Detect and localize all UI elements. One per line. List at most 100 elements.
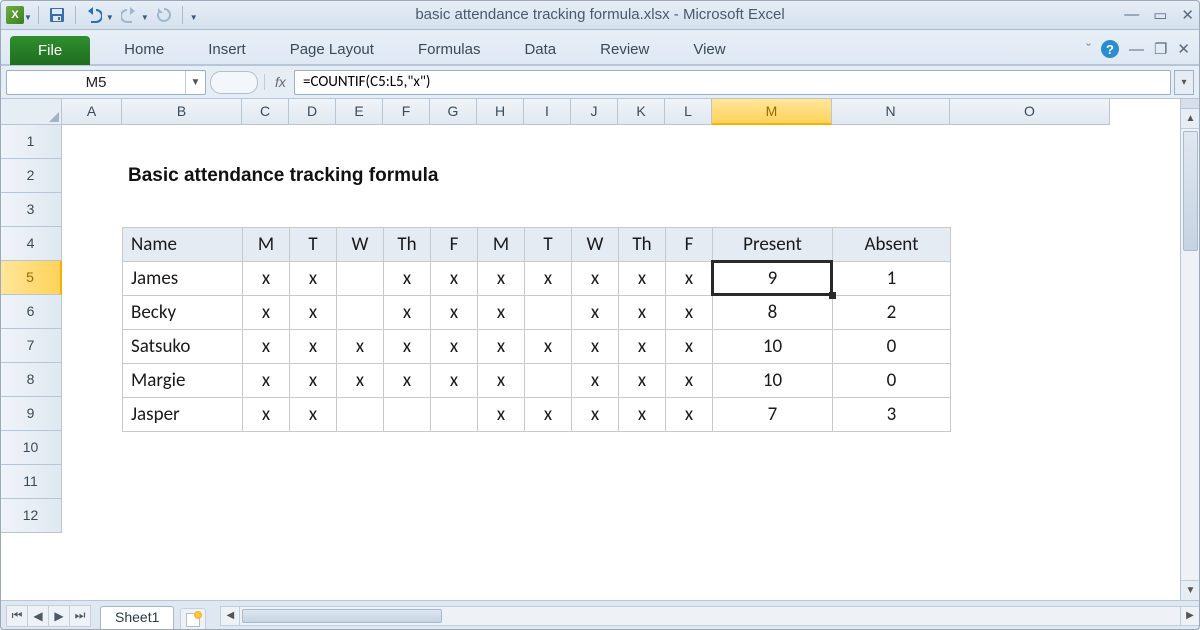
ribbon-tab-view[interactable]: View (671, 35, 747, 64)
present-cell[interactable]: 10 (713, 330, 833, 364)
mark-cell[interactable]: x (666, 296, 713, 330)
mark-cell[interactable] (337, 296, 384, 330)
select-all-corner[interactable] (0, 99, 62, 125)
name-box-drop-icon[interactable]: ▼ (185, 71, 205, 94)
formula-input[interactable] (294, 70, 1171, 95)
mark-cell[interactable]: x (619, 364, 666, 398)
mark-cell[interactable]: x (478, 398, 525, 432)
column-header-G[interactable]: G (430, 99, 477, 125)
present-cell[interactable]: 10 (713, 364, 833, 398)
column-header-O[interactable]: O (950, 99, 1110, 125)
mark-cell[interactable]: x (243, 262, 290, 296)
mark-cell[interactable]: x (337, 330, 384, 364)
sheet-next-icon[interactable]: ▶ (48, 605, 70, 627)
scroll-right-icon[interactable]: ▶ (1180, 606, 1200, 626)
column-header-E[interactable]: E (336, 99, 383, 125)
minimize-icon[interactable]: ― (1124, 6, 1139, 24)
mark-cell[interactable]: x (290, 296, 337, 330)
mark-cell[interactable]: x (619, 262, 666, 296)
ribbon-tab-formulas[interactable]: Formulas (396, 35, 503, 64)
row-header-6[interactable]: 6 (0, 295, 62, 329)
row-header-5[interactable]: 5 (0, 261, 62, 295)
vscroll-thumb[interactable] (1183, 131, 1198, 251)
column-header-A[interactable]: A (62, 99, 122, 125)
mark-cell[interactable] (337, 262, 384, 296)
ribbon-tab-data[interactable]: Data (502, 35, 578, 64)
name-box[interactable]: M5 ▼ (6, 70, 206, 95)
name-cell[interactable]: James (123, 262, 243, 296)
mark-cell[interactable]: x (431, 262, 478, 296)
row-header-2[interactable]: 2 (0, 159, 62, 193)
mark-cell[interactable]: x (619, 398, 666, 432)
ribbon-tab-insert[interactable]: Insert (186, 35, 268, 64)
name-cell[interactable]: Satsuko (123, 330, 243, 364)
redo-drop-icon[interactable]: ▼ (141, 13, 149, 22)
horizontal-scrollbar[interactable]: ◀ ▶ (220, 606, 1200, 626)
row-header-9[interactable]: 9 (0, 397, 62, 431)
mark-cell[interactable]: x (478, 330, 525, 364)
mark-cell[interactable]: x (431, 296, 478, 330)
present-cell[interactable]: 7 (713, 398, 833, 432)
mark-cell[interactable]: x (525, 398, 572, 432)
mark-cell[interactable]: x (478, 262, 525, 296)
sheet-prev-icon[interactable]: ◀ (27, 605, 49, 627)
row-header-12[interactable]: 12 (0, 499, 62, 533)
mark-cell[interactable]: x (666, 330, 713, 364)
row-header-11[interactable]: 11 (0, 465, 62, 499)
qat-customize-drop-icon[interactable]: ▼ (190, 13, 198, 22)
mark-cell[interactable]: x (478, 364, 525, 398)
mark-cell[interactable]: x (478, 296, 525, 330)
column-header-C[interactable]: C (242, 99, 289, 125)
column-header-D[interactable]: D (289, 99, 336, 125)
mark-cell[interactable] (337, 398, 384, 432)
mark-cell[interactable]: x (572, 296, 619, 330)
doc-minimize-icon[interactable]: ― (1129, 41, 1144, 58)
ribbon-tab-page-layout[interactable]: Page Layout (268, 35, 396, 64)
split-box-icon[interactable] (1181, 99, 1200, 109)
name-cell[interactable]: Becky (123, 296, 243, 330)
absent-cell[interactable]: 2 (833, 296, 951, 330)
row-header-7[interactable]: 7 (0, 329, 62, 363)
redo-icon[interactable] (117, 4, 141, 26)
column-header-H[interactable]: H (477, 99, 524, 125)
app-menu-drop-icon[interactable]: ▼ (24, 13, 32, 22)
sheet-first-icon[interactable]: ⏮ (6, 605, 28, 627)
column-header-B[interactable]: B (122, 99, 242, 125)
mark-cell[interactable]: x (243, 364, 290, 398)
row-header-4[interactable]: 4 (0, 227, 62, 261)
fx-icon[interactable]: fx (264, 74, 290, 90)
undo-icon[interactable] (82, 4, 106, 26)
row-header-1[interactable]: 1 (0, 125, 62, 159)
row-header-8[interactable]: 8 (0, 363, 62, 397)
formula-bar-expand-icon[interactable]: ▾ (1174, 70, 1194, 95)
mark-cell[interactable]: x (619, 296, 666, 330)
mark-cell[interactable] (431, 398, 478, 432)
mark-cell[interactable]: x (290, 364, 337, 398)
mark-cell[interactable]: x (525, 330, 572, 364)
file-tab[interactable]: File (10, 36, 90, 65)
mark-cell[interactable]: x (243, 330, 290, 364)
mark-cell[interactable] (525, 296, 572, 330)
undo-drop-icon[interactable]: ▼ (106, 13, 114, 22)
help-icon[interactable]: ? (1101, 40, 1119, 58)
mark-cell[interactable] (384, 398, 431, 432)
mark-cell[interactable]: x (290, 398, 337, 432)
row-header-3[interactable]: 3 (0, 193, 62, 227)
scroll-up-icon[interactable]: ▲ (1181, 109, 1200, 129)
vscroll-track[interactable] (1181, 129, 1200, 580)
scroll-left-icon[interactable]: ◀ (220, 606, 240, 626)
column-header-L[interactable]: L (665, 99, 712, 125)
mark-cell[interactable]: x (384, 364, 431, 398)
mark-cell[interactable]: x (384, 296, 431, 330)
mark-cell[interactable]: x (525, 262, 572, 296)
mark-cell[interactable]: x (572, 364, 619, 398)
doc-restore-icon[interactable]: ❐ (1154, 40, 1167, 58)
maximize-icon[interactable]: ▭ (1153, 6, 1167, 24)
row-header-10[interactable]: 10 (0, 431, 62, 465)
doc-close-icon[interactable]: ✕ (1177, 40, 1190, 58)
hscroll-thumb[interactable] (242, 609, 442, 623)
mark-cell[interactable]: x (431, 364, 478, 398)
mark-cell[interactable]: x (290, 330, 337, 364)
hscroll-track[interactable] (240, 606, 1180, 626)
repeat-icon[interactable] (152, 4, 176, 26)
